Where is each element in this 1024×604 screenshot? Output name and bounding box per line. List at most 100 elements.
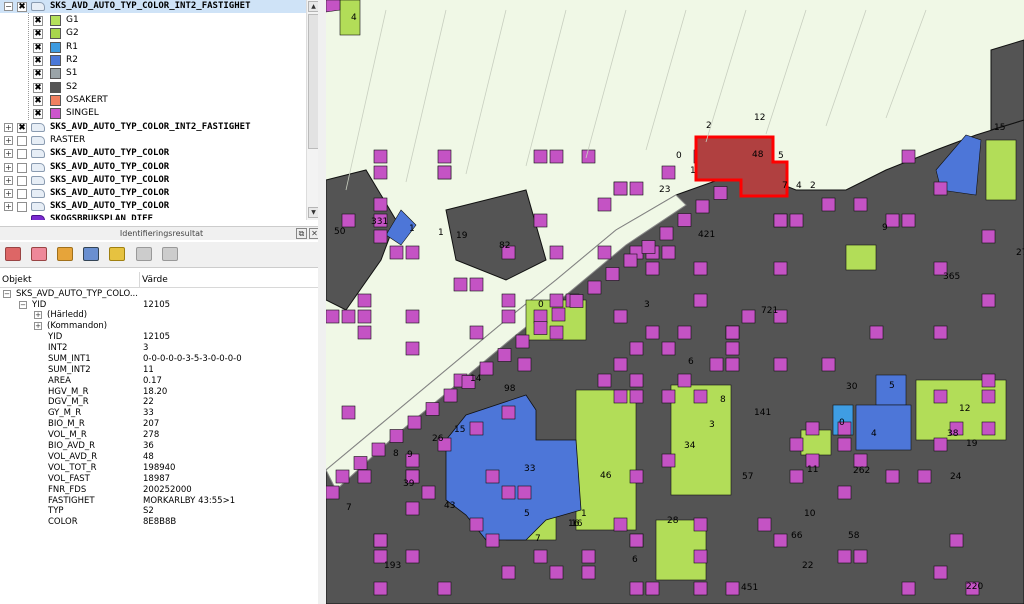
identify-attribute-row[interactable]: HGV_M_R 18.20 xyxy=(0,387,323,398)
singel-cell xyxy=(645,261,660,276)
identify-actions-row[interactable]: + (Kommandon) xyxy=(0,321,323,332)
layer-row[interactable]: + ✖ SKS_AVD_AUTO_TYP_COLOR_INT2_FASTIGHET xyxy=(0,121,306,134)
legend-item[interactable]: ✖ OSAKERT xyxy=(0,94,306,107)
layer-row[interactable]: + SKS_AVD_AUTO_TYP_COLOR xyxy=(0,200,306,213)
vector-layer-icon xyxy=(31,189,45,198)
stand-label: 141 xyxy=(754,408,771,418)
identify-attribute-row[interactable]: AREA 0.17 xyxy=(0,376,323,387)
layer-row[interactable]: + SKS_AVD_AUTO_TYP_COLOR xyxy=(0,174,306,187)
singel-cell xyxy=(501,485,516,500)
stand-label: 14 xyxy=(470,374,482,384)
identify-attribute-row[interactable]: COLOR 8E8B8B xyxy=(0,517,323,528)
stand-label: 5 xyxy=(778,151,784,161)
legend-item[interactable]: ✖ S1 xyxy=(0,67,306,80)
collapse-icon[interactable]: − xyxy=(4,2,13,11)
identify-attribute-row[interactable]: BIO_AVD_R 36 xyxy=(0,441,323,452)
expand-icon[interactable]: + xyxy=(4,149,13,159)
map-canvas[interactable]: 4 12 5 2 0 1 7 4 2 23 331 1 1 19 82 50 421 721 141 33 46 34 28… xyxy=(326,0,1024,604)
category-checkbox[interactable]: ✖ xyxy=(33,16,43,26)
layer-visibility-checkbox[interactable] xyxy=(17,149,27,160)
identify-attribute-row[interactable]: SUM_INT2 11 xyxy=(0,365,323,376)
print-icon[interactable] xyxy=(162,247,178,261)
layer-row[interactable]: + SKS_AVD_AUTO_TYP_COLOR xyxy=(0,147,306,160)
layer-visibility-checkbox[interactable] xyxy=(17,162,27,173)
table-view-icon[interactable] xyxy=(83,247,99,261)
legend-item[interactable]: ✖ R1 xyxy=(0,41,306,54)
expand-new-icon[interactable] xyxy=(57,247,73,261)
legend-item[interactable]: ✖ G2 xyxy=(0,27,306,40)
map-splitter[interactable] xyxy=(318,0,326,604)
identify-layer-row[interactable]: − SKS_AVD_AUTO_TYP_COLO... xyxy=(0,289,323,300)
expand-icon[interactable]: + xyxy=(4,202,13,212)
legend-swatch xyxy=(50,15,61,26)
identify-attribute-row[interactable]: INT2 3 xyxy=(0,343,323,354)
category-checkbox[interactable]: ✖ xyxy=(33,42,43,53)
identify-attribute-row[interactable]: BIO_M_R 207 xyxy=(0,419,323,430)
layer-visibility-checkbox[interactable]: ✖ xyxy=(17,123,27,133)
identify-attribute-row[interactable]: VOL_AVD_R 48 xyxy=(0,452,323,463)
identify-derived-row[interactable]: + (Härledd) xyxy=(0,310,323,321)
singel-cell xyxy=(497,348,512,362)
singel-cell xyxy=(933,437,948,452)
legend-item[interactable]: ✖ R2 xyxy=(0,54,306,67)
identify-attribute-row[interactable]: VOL_FAST 18987 xyxy=(0,474,323,485)
layer-visibility-checkbox[interactable]: ✖ xyxy=(17,2,27,12)
layer-visibility-checkbox[interactable] xyxy=(17,202,27,213)
expand-icon[interactable]: + xyxy=(4,136,13,146)
identify-attribute-row[interactable]: TYP S2 xyxy=(0,506,323,517)
identify-attribute-row[interactable]: VOL_TOT_R 198940 xyxy=(0,463,323,474)
layer-row[interactable]: + RASTER xyxy=(0,134,306,147)
layer-row-top[interactable]: − ✖ SKS_AVD_AUTO_TYP_COLOR_INT2_FASTIGHET xyxy=(0,0,306,13)
identify-key: VOL_M_R xyxy=(48,430,87,441)
stand-label: 6 xyxy=(688,357,694,367)
identify-value: 8E8B8B xyxy=(143,517,177,528)
singel-cell xyxy=(981,373,996,388)
expand-icon[interactable]: + xyxy=(4,189,13,198)
identify-attribute-row[interactable]: DGV_M_R 22 xyxy=(0,397,323,408)
category-checkbox[interactable]: ✖ xyxy=(33,82,43,93)
identify-attribute-row[interactable]: GY_M_R 33 xyxy=(0,408,323,419)
float-icon[interactable]: ⧉ xyxy=(296,228,307,239)
copy-icon[interactable] xyxy=(136,247,152,261)
expand-tree-icon[interactable] xyxy=(5,247,21,261)
column-object[interactable]: Objekt xyxy=(0,272,140,288)
category-checkbox[interactable]: ✖ xyxy=(33,95,43,106)
map-svg[interactable]: 41252017 4 2233311 1 198250 42172114133463428… xyxy=(326,0,1024,604)
identify-attribute-row[interactable]: FNR_FDS 200252000 xyxy=(0,485,323,496)
expand-icon[interactable]: + xyxy=(4,123,13,132)
layer-visibility-checkbox[interactable] xyxy=(17,175,27,186)
layer-row[interactable]: SKOGSBRUKSPLAN_DIFF xyxy=(0,213,306,220)
category-checkbox[interactable]: ✖ xyxy=(33,55,43,66)
singel-cell xyxy=(479,361,494,376)
category-checkbox[interactable]: ✖ xyxy=(33,109,43,120)
layer-row[interactable]: + SKS_AVD_AUTO_TYP_COLOR xyxy=(0,187,306,200)
category-checkbox[interactable]: ✖ xyxy=(33,69,43,80)
stand-label: 3 xyxy=(644,300,650,310)
collapse-icon[interactable]: − xyxy=(19,301,27,309)
expand-icon[interactable]: + xyxy=(34,322,42,330)
stand-label: 4 xyxy=(871,429,877,439)
expand-icon[interactable]: + xyxy=(34,311,42,319)
legend-item[interactable]: ✖ SINGEL xyxy=(0,107,306,120)
legend-item[interactable]: ✖ S2 xyxy=(0,81,306,94)
expand-icon[interactable]: + xyxy=(4,162,13,172)
identify-value: 36 xyxy=(143,441,154,451)
singel-cell xyxy=(501,405,516,420)
singel-cell xyxy=(821,357,836,372)
collapse-icon[interactable]: − xyxy=(3,290,11,298)
identify-attribute-row[interactable]: FASTIGHET MORKARLBY 43:55>1 xyxy=(0,496,323,507)
expand-icon[interactable]: + xyxy=(4,175,13,185)
identify-attribute-row[interactable]: YID 12105 xyxy=(0,332,323,343)
stand-label: 9 xyxy=(882,223,888,233)
singel-cell xyxy=(421,485,436,500)
legend-item[interactable]: ✖ G1 xyxy=(0,14,306,27)
identify-attribute-row[interactable]: SUM_INT1 0-0-0-0-0-3-5-3-0-0-0-0 xyxy=(0,354,323,365)
column-value[interactable]: Värde xyxy=(140,272,323,288)
clear-results-icon[interactable] xyxy=(109,247,125,261)
layer-visibility-checkbox[interactable] xyxy=(17,136,27,147)
layer-row[interactable]: + SKS_AVD_AUTO_TYP_COLOR xyxy=(0,161,306,174)
category-checkbox[interactable]: ✖ xyxy=(33,29,43,40)
collapse-tree-icon[interactable] xyxy=(31,247,47,261)
identify-attribute-row[interactable]: VOL_M_R 278 xyxy=(0,430,323,441)
layer-visibility-checkbox[interactable] xyxy=(17,189,27,199)
